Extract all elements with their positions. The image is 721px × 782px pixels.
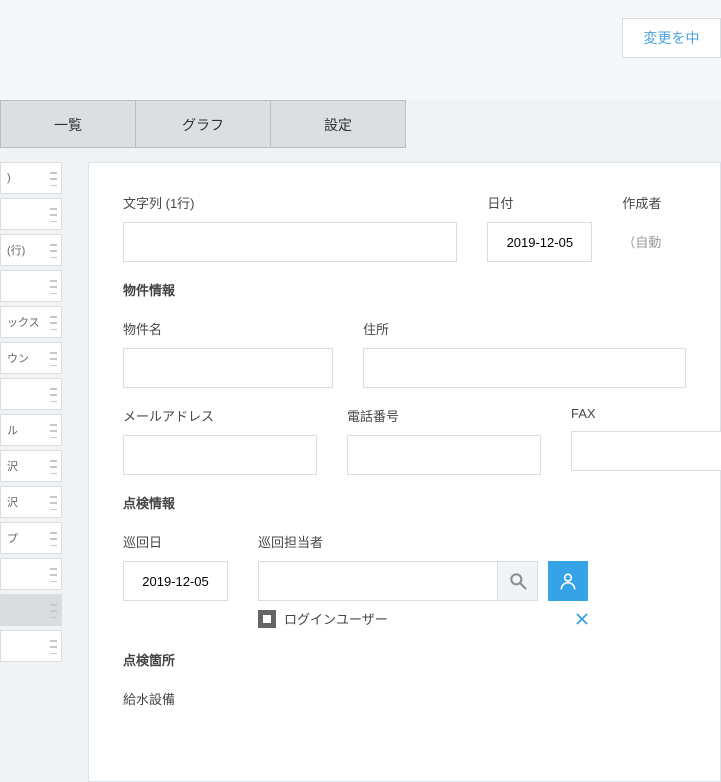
property-section-title: 物件情報 — [123, 280, 686, 299]
date-input[interactable] — [487, 222, 592, 262]
mail-input[interactable] — [123, 435, 317, 475]
field-palette-sidebar: ) (行) ックス ウン ル 沢 沢 プ — [0, 162, 62, 782]
form-canvas: 文字列 (1行) 日付 作成者 （自動 物件情報 物件名 住所 — [88, 162, 721, 782]
top-bar: 変更を中 — [0, 0, 721, 100]
createdby-label: 作成者 — [622, 193, 686, 212]
palette-item[interactable]: ) — [0, 162, 62, 194]
tab-bar: 一覧 グラフ 設定 — [0, 100, 721, 148]
palette-item[interactable]: プ — [0, 522, 62, 554]
palette-item[interactable] — [0, 594, 62, 626]
user-square-icon — [258, 610, 276, 628]
palette-item[interactable]: 沢 — [0, 486, 62, 518]
user-icon — [558, 571, 578, 591]
createdby-auto-text: （自動 — [622, 222, 686, 251]
tab-list[interactable]: 一覧 — [0, 100, 136, 148]
property-name-input[interactable] — [123, 348, 333, 388]
palette-item[interactable]: 沢 — [0, 450, 62, 482]
string-field-label: 文字列 (1行) — [123, 193, 457, 212]
address-input[interactable] — [363, 348, 686, 388]
round-date-input[interactable] — [123, 561, 228, 601]
person-search-input[interactable] — [258, 561, 498, 601]
fax-label: FAX — [571, 406, 721, 421]
address-label: 住所 — [363, 319, 686, 338]
search-icon — [508, 571, 528, 591]
inspection-section-title: 点検情報 — [123, 493, 686, 512]
palette-item[interactable] — [0, 558, 62, 590]
close-icon — [576, 613, 588, 625]
selected-user-text: ログインユーザー — [284, 609, 576, 628]
person-label: 巡回担当者 — [258, 532, 588, 551]
remove-user-button[interactable] — [576, 613, 588, 625]
palette-item[interactable]: ル — [0, 414, 62, 446]
date-field-label: 日付 — [487, 193, 592, 212]
cancel-changes-button[interactable]: 変更を中 — [622, 18, 721, 58]
string-input[interactable] — [123, 222, 457, 262]
location-section-title: 点検箇所 — [123, 650, 686, 669]
round-date-label: 巡回日 — [123, 532, 228, 551]
palette-item[interactable]: ウン — [0, 342, 62, 374]
palette-item[interactable]: (行) — [0, 234, 62, 266]
palette-item[interactable] — [0, 198, 62, 230]
tab-settings[interactable]: 設定 — [270, 100, 406, 148]
palette-item[interactable] — [0, 270, 62, 302]
palette-item[interactable] — [0, 378, 62, 410]
search-button[interactable] — [498, 561, 538, 601]
water-label: 給水設備 — [123, 689, 686, 708]
phone-label: 電話番号 — [347, 406, 541, 425]
add-user-button[interactable] — [548, 561, 588, 601]
tab-graph[interactable]: グラフ — [135, 100, 271, 148]
palette-item[interactable]: ックス — [0, 306, 62, 338]
property-name-label: 物件名 — [123, 319, 333, 338]
palette-item[interactable] — [0, 630, 62, 662]
selected-user-row: ログインユーザー — [258, 609, 588, 628]
mail-label: メールアドレス — [123, 406, 317, 425]
phone-input[interactable] — [347, 435, 541, 475]
fax-input[interactable] — [571, 431, 721, 471]
